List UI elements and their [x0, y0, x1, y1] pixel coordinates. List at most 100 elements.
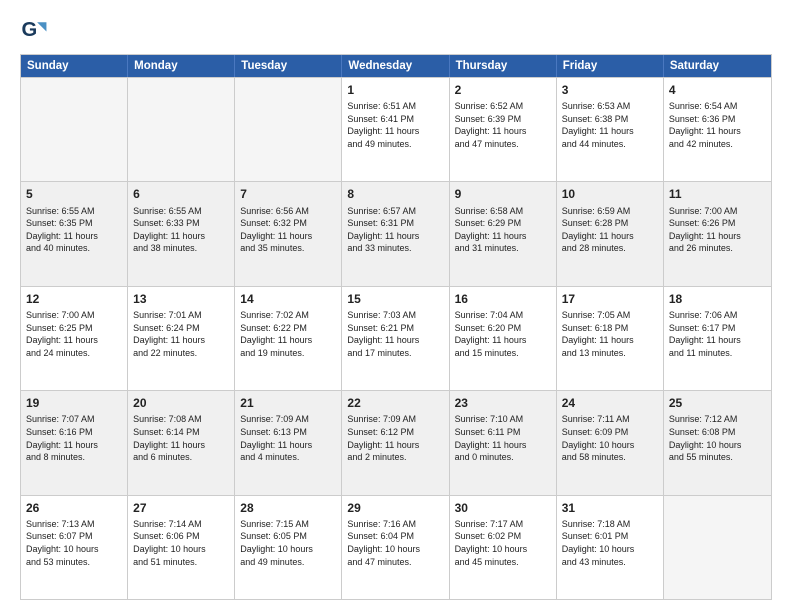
header-day-sunday: Sunday [21, 55, 128, 77]
calendar-cell: 5 Sunrise: 6:55 AM Sunset: 6:35 PM Daylig… [21, 182, 128, 285]
day-number: 3 [562, 82, 658, 98]
day-number: 26 [26, 500, 122, 516]
cell-info: Sunrise: 6:55 AM Sunset: 6:35 PM Dayligh… [26, 205, 122, 255]
cell-info: Sunrise: 7:07 AM Sunset: 6:16 PM Dayligh… [26, 413, 122, 463]
logo-icon: G [20, 16, 48, 44]
calendar-cell: 7 Sunrise: 6:56 AM Sunset: 6:32 PM Daylig… [235, 182, 342, 285]
calendar-cell: 22 Sunrise: 7:09 AM Sunset: 6:12 PM Dayli… [342, 391, 449, 494]
header-day-tuesday: Tuesday [235, 55, 342, 77]
header-day-wednesday: Wednesday [342, 55, 449, 77]
cell-info: Sunrise: 6:55 AM Sunset: 6:33 PM Dayligh… [133, 205, 229, 255]
day-number: 16 [455, 291, 551, 307]
cell-info: Sunrise: 7:17 AM Sunset: 6:02 PM Dayligh… [455, 518, 551, 568]
day-number: 15 [347, 291, 443, 307]
cell-info: Sunrise: 7:18 AM Sunset: 6:01 PM Dayligh… [562, 518, 658, 568]
header-day-monday: Monday [128, 55, 235, 77]
calendar-cell: 26 Sunrise: 7:13 AM Sunset: 6:07 PM Dayli… [21, 496, 128, 599]
calendar-cell: 21 Sunrise: 7:09 AM Sunset: 6:13 PM Dayli… [235, 391, 342, 494]
calendar-cell: 6 Sunrise: 6:55 AM Sunset: 6:33 PM Daylig… [128, 182, 235, 285]
header-day-thursday: Thursday [450, 55, 557, 77]
day-number: 14 [240, 291, 336, 307]
cell-info: Sunrise: 6:54 AM Sunset: 6:36 PM Dayligh… [669, 100, 766, 150]
cell-info: Sunrise: 7:09 AM Sunset: 6:12 PM Dayligh… [347, 413, 443, 463]
calendar-cell: 23Sunrise: 7:10 AM Sunset: 6:11 PM Dayli… [450, 391, 557, 494]
calendar-cell: 2Sunrise: 6:52 AM Sunset: 6:39 PM Daylig… [450, 78, 557, 181]
day-number: 27 [133, 500, 229, 516]
cell-info: Sunrise: 6:53 AM Sunset: 6:38 PM Dayligh… [562, 100, 658, 150]
day-number: 9 [455, 186, 551, 202]
calendar-cell: 13Sunrise: 7:01 AM Sunset: 6:24 PM Dayli… [128, 287, 235, 390]
svg-text:G: G [22, 19, 38, 41]
page: G SundayMondayTuesdayWednesdayThursdayFr… [0, 0, 792, 612]
calendar-row-3: 12Sunrise: 7:00 AM Sunset: 6:25 PM Dayli… [21, 286, 771, 390]
calendar-body: 1 Sunrise: 6:51 AM Sunset: 6:41 PM Daylig… [21, 77, 771, 599]
cell-info: Sunrise: 7:02 AM Sunset: 6:22 PM Dayligh… [240, 309, 336, 359]
calendar-cell: 4Sunrise: 6:54 AM Sunset: 6:36 PM Daylig… [664, 78, 771, 181]
calendar-cell: 19 Sunrise: 7:07 AM Sunset: 6:16 PM Dayli… [21, 391, 128, 494]
day-number: 1 [347, 82, 443, 98]
calendar-cell: 31 Sunrise: 7:18 AM Sunset: 6:01 PM Dayli… [557, 496, 664, 599]
calendar-cell [21, 78, 128, 181]
cell-info: Sunrise: 7:03 AM Sunset: 6:21 PM Dayligh… [347, 309, 443, 359]
day-number: 20 [133, 395, 229, 411]
cell-info: Sunrise: 7:15 AM Sunset: 6:05 PM Dayligh… [240, 518, 336, 568]
day-number: 31 [562, 500, 658, 516]
calendar: SundayMondayTuesdayWednesdayThursdayFrid… [20, 54, 772, 600]
calendar-cell: 10 Sunrise: 6:59 AM Sunset: 6:28 PM Dayli… [557, 182, 664, 285]
logo: G [20, 16, 52, 44]
day-number: 25 [669, 395, 766, 411]
day-number: 29 [347, 500, 443, 516]
calendar-row-1: 1 Sunrise: 6:51 AM Sunset: 6:41 PM Daylig… [21, 77, 771, 181]
cell-info: Sunrise: 7:00 AM Sunset: 6:26 PM Dayligh… [669, 205, 766, 255]
day-number: 23 [455, 395, 551, 411]
calendar-row-2: 5 Sunrise: 6:55 AM Sunset: 6:35 PM Daylig… [21, 181, 771, 285]
calendar-cell: 16 Sunrise: 7:04 AM Sunset: 6:20 PM Dayli… [450, 287, 557, 390]
day-number: 11 [669, 186, 766, 202]
day-number: 2 [455, 82, 551, 98]
cell-info: Sunrise: 6:51 AM Sunset: 6:41 PM Dayligh… [347, 100, 443, 150]
calendar-cell: 27Sunrise: 7:14 AM Sunset: 6:06 PM Dayli… [128, 496, 235, 599]
header-day-saturday: Saturday [664, 55, 771, 77]
cell-info: Sunrise: 7:16 AM Sunset: 6:04 PM Dayligh… [347, 518, 443, 568]
cell-info: Sunrise: 7:12 AM Sunset: 6:08 PM Dayligh… [669, 413, 766, 463]
day-number: 5 [26, 186, 122, 202]
calendar-cell [128, 78, 235, 181]
calendar-cell: 3 Sunrise: 6:53 AM Sunset: 6:38 PM Daylig… [557, 78, 664, 181]
calendar-cell: 12Sunrise: 7:00 AM Sunset: 6:25 PM Dayli… [21, 287, 128, 390]
calendar-cell: 1 Sunrise: 6:51 AM Sunset: 6:41 PM Daylig… [342, 78, 449, 181]
day-number: 6 [133, 186, 229, 202]
calendar-cell: 30 Sunrise: 7:17 AM Sunset: 6:02 PM Dayli… [450, 496, 557, 599]
day-number: 21 [240, 395, 336, 411]
cell-info: Sunrise: 7:13 AM Sunset: 6:07 PM Dayligh… [26, 518, 122, 568]
cell-info: Sunrise: 6:59 AM Sunset: 6:28 PM Dayligh… [562, 205, 658, 255]
cell-info: Sunrise: 7:08 AM Sunset: 6:14 PM Dayligh… [133, 413, 229, 463]
day-number: 28 [240, 500, 336, 516]
cell-info: Sunrise: 7:09 AM Sunset: 6:13 PM Dayligh… [240, 413, 336, 463]
cell-info: Sunrise: 6:58 AM Sunset: 6:29 PM Dayligh… [455, 205, 551, 255]
header-day-friday: Friday [557, 55, 664, 77]
calendar-cell: 25 Sunrise: 7:12 AM Sunset: 6:08 PM Dayli… [664, 391, 771, 494]
calendar-cell: 20 Sunrise: 7:08 AM Sunset: 6:14 PM Dayli… [128, 391, 235, 494]
day-number: 22 [347, 395, 443, 411]
calendar-cell: 29 Sunrise: 7:16 AM Sunset: 6:04 PM Dayli… [342, 496, 449, 599]
calendar-cell: 28 Sunrise: 7:15 AM Sunset: 6:05 PM Dayli… [235, 496, 342, 599]
day-number: 8 [347, 186, 443, 202]
day-number: 12 [26, 291, 122, 307]
day-number: 10 [562, 186, 658, 202]
calendar-cell [235, 78, 342, 181]
cell-info: Sunrise: 6:56 AM Sunset: 6:32 PM Dayligh… [240, 205, 336, 255]
day-number: 19 [26, 395, 122, 411]
calendar-cell: 15 Sunrise: 7:03 AM Sunset: 6:21 PM Dayli… [342, 287, 449, 390]
day-number: 7 [240, 186, 336, 202]
calendar-row-4: 19 Sunrise: 7:07 AM Sunset: 6:16 PM Dayli… [21, 390, 771, 494]
calendar-row-5: 26 Sunrise: 7:13 AM Sunset: 6:07 PM Dayli… [21, 495, 771, 599]
calendar-cell: 14 Sunrise: 7:02 AM Sunset: 6:22 PM Dayli… [235, 287, 342, 390]
cell-info: Sunrise: 7:04 AM Sunset: 6:20 PM Dayligh… [455, 309, 551, 359]
cell-info: Sunrise: 7:11 AM Sunset: 6:09 PM Dayligh… [562, 413, 658, 463]
calendar-cell: 9 Sunrise: 6:58 AM Sunset: 6:29 PM Daylig… [450, 182, 557, 285]
day-number: 30 [455, 500, 551, 516]
calendar-cell: 18Sunrise: 7:06 AM Sunset: 6:17 PM Dayli… [664, 287, 771, 390]
day-number: 13 [133, 291, 229, 307]
calendar-cell: 24Sunrise: 7:11 AM Sunset: 6:09 PM Dayli… [557, 391, 664, 494]
calendar-cell: 11 Sunrise: 7:00 AM Sunset: 6:26 PM Dayli… [664, 182, 771, 285]
